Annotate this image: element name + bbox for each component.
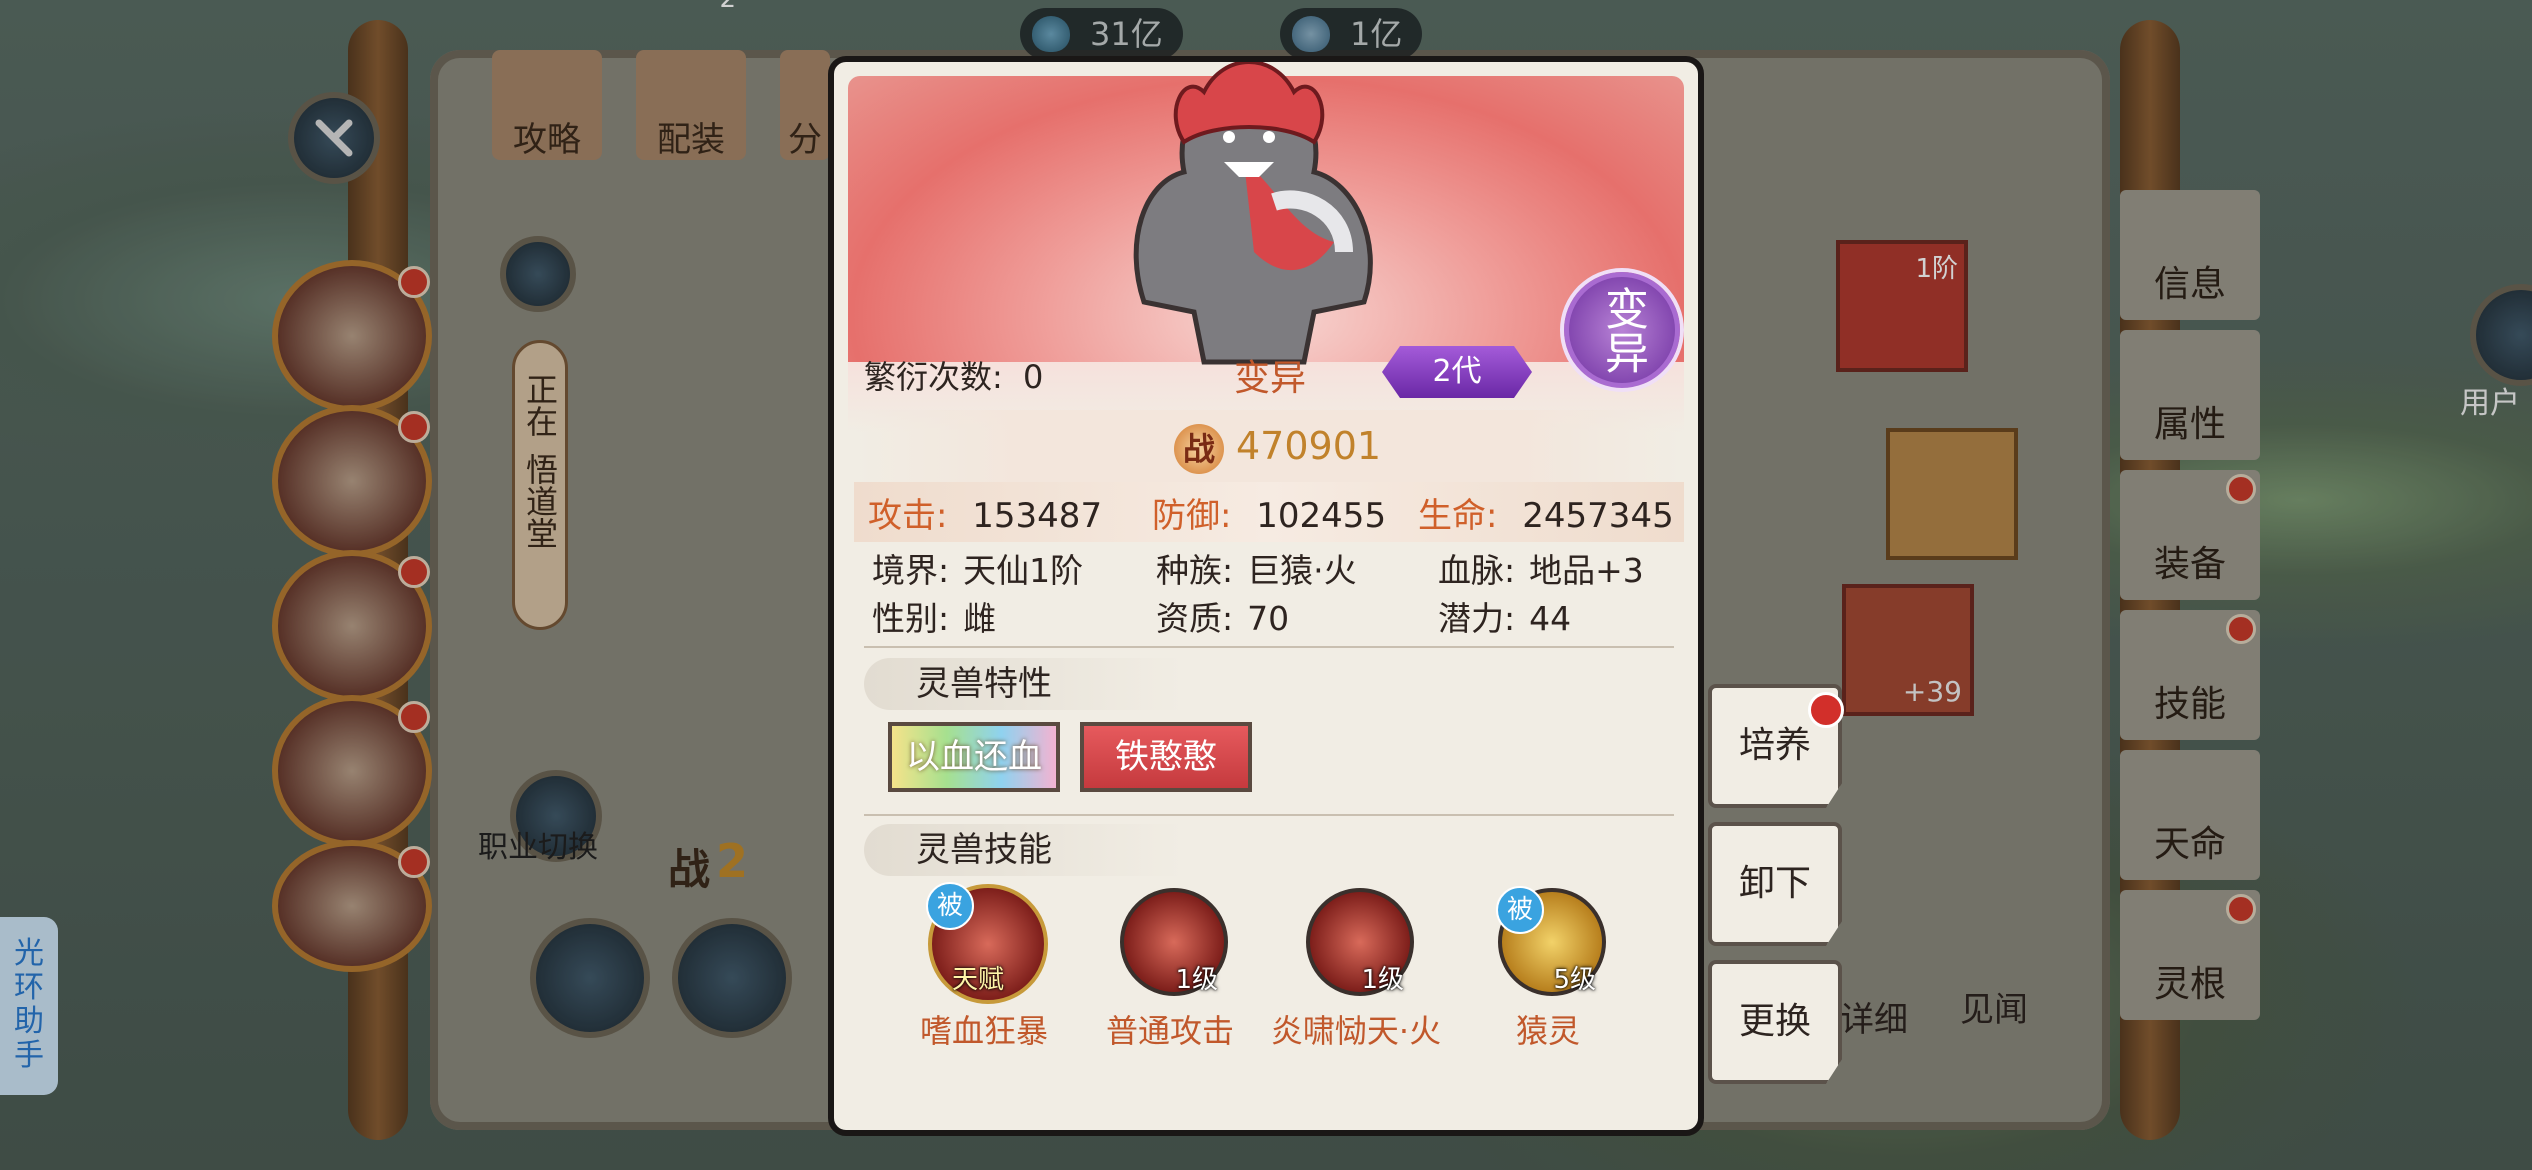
- skill-icon[interactable]: 被 天赋: [926, 882, 1048, 1004]
- race-label: 种族:: [1156, 551, 1234, 590]
- defense-label: 防御:: [1152, 496, 1232, 536]
- potential-label: 潜力:: [1438, 599, 1516, 638]
- mutation-seal-text: 变异: [1597, 286, 1648, 374]
- skill-level: 1级: [1361, 965, 1404, 995]
- hp-value: 2457345: [1522, 496, 1674, 536]
- skill-name: 猿灵: [1515, 1012, 1580, 1050]
- divider: [864, 814, 1674, 816]
- breed-label: 繁衍次数:: [864, 358, 1003, 396]
- info-bloodline: 血脉: 地品+3: [1438, 544, 1644, 592]
- mutation-title: 变异: [1234, 358, 1307, 399]
- skill-icon[interactable]: 被 5级: [1496, 886, 1606, 996]
- button-label: 培养: [1738, 725, 1811, 766]
- aptitude-value: 70: [1247, 599, 1290, 638]
- skills-section-title: 灵兽技能: [864, 824, 1184, 876]
- stat-attack: 攻击: 153487: [868, 488, 1102, 537]
- gender-value: 雌: [963, 599, 997, 638]
- info-race: 种族: 巨猿·火: [1156, 544, 1357, 592]
- battle-power-value: 470901: [1236, 424, 1382, 468]
- passive-badge: 被: [1496, 886, 1544, 934]
- bloodline-value: 地品+3: [1529, 551, 1644, 590]
- attack-label: 攻击:: [868, 496, 948, 536]
- traits-section-title: 灵兽特性: [864, 658, 1184, 710]
- button-label: 更换: [1738, 1001, 1811, 1042]
- hp-label: 生命:: [1418, 496, 1498, 536]
- realm-value: 天仙1阶: [963, 551, 1084, 590]
- skill-name: 嗜血狂暴: [919, 1012, 1048, 1050]
- beast-portrait: [1133, 62, 1373, 365]
- skill-level: 1级: [1175, 965, 1218, 995]
- trait-tag[interactable]: 以血还血: [888, 722, 1060, 792]
- aptitude-label: 资质:: [1156, 599, 1234, 638]
- defense-value: 102455: [1256, 496, 1387, 536]
- bloodline-label: 血脉:: [1438, 551, 1516, 590]
- replace-button[interactable]: 更换: [1708, 960, 1842, 1084]
- info-gender: 性别: 雌: [872, 592, 996, 640]
- notification-dot: [1808, 692, 1844, 728]
- breed-value: 0: [1022, 358, 1044, 396]
- unequip-button[interactable]: 卸下: [1708, 822, 1842, 946]
- skill-icon[interactable]: 1级: [1120, 888, 1228, 996]
- info-realm: 境界: 天仙1阶: [872, 544, 1083, 592]
- mutation-seal-icon: 变异: [1564, 272, 1680, 388]
- skill-icon[interactable]: 1级: [1306, 888, 1414, 996]
- info-aptitude: 资质: 70: [1156, 592, 1289, 640]
- button-label: 卸下: [1738, 863, 1811, 904]
- skill-level: 5级: [1553, 965, 1596, 995]
- skill-level: 天赋: [952, 965, 1005, 995]
- info-potential: 潜力: 44: [1438, 592, 1571, 640]
- spirit-beast-detail-dialog: 变异 繁衍次数: 0 变异 2代 战 470901 攻击: 153487 防御:…: [828, 56, 1704, 1136]
- trait-tag[interactable]: 铁憨憨: [1080, 722, 1252, 792]
- attack-value: 153487: [972, 496, 1103, 536]
- gender-label: 性别:: [872, 599, 950, 638]
- skill-name: 普通攻击: [1105, 1012, 1234, 1050]
- realm-label: 境界:: [872, 551, 950, 590]
- stat-defense: 防御: 102455: [1152, 488, 1386, 537]
- battle-power-icon: 战: [1174, 424, 1224, 474]
- stat-hp: 生命: 2457345: [1418, 488, 1674, 537]
- race-value: 巨猿·火: [1247, 551, 1357, 590]
- generation-badge: 2代: [1382, 346, 1532, 398]
- divider: [864, 646, 1674, 648]
- skill-name: 炎啸恸天·火: [1270, 1012, 1442, 1050]
- passive-badge: 被: [926, 882, 974, 930]
- potential-value: 44: [1529, 599, 1572, 638]
- breed-count: 繁衍次数: 0: [864, 352, 1043, 398]
